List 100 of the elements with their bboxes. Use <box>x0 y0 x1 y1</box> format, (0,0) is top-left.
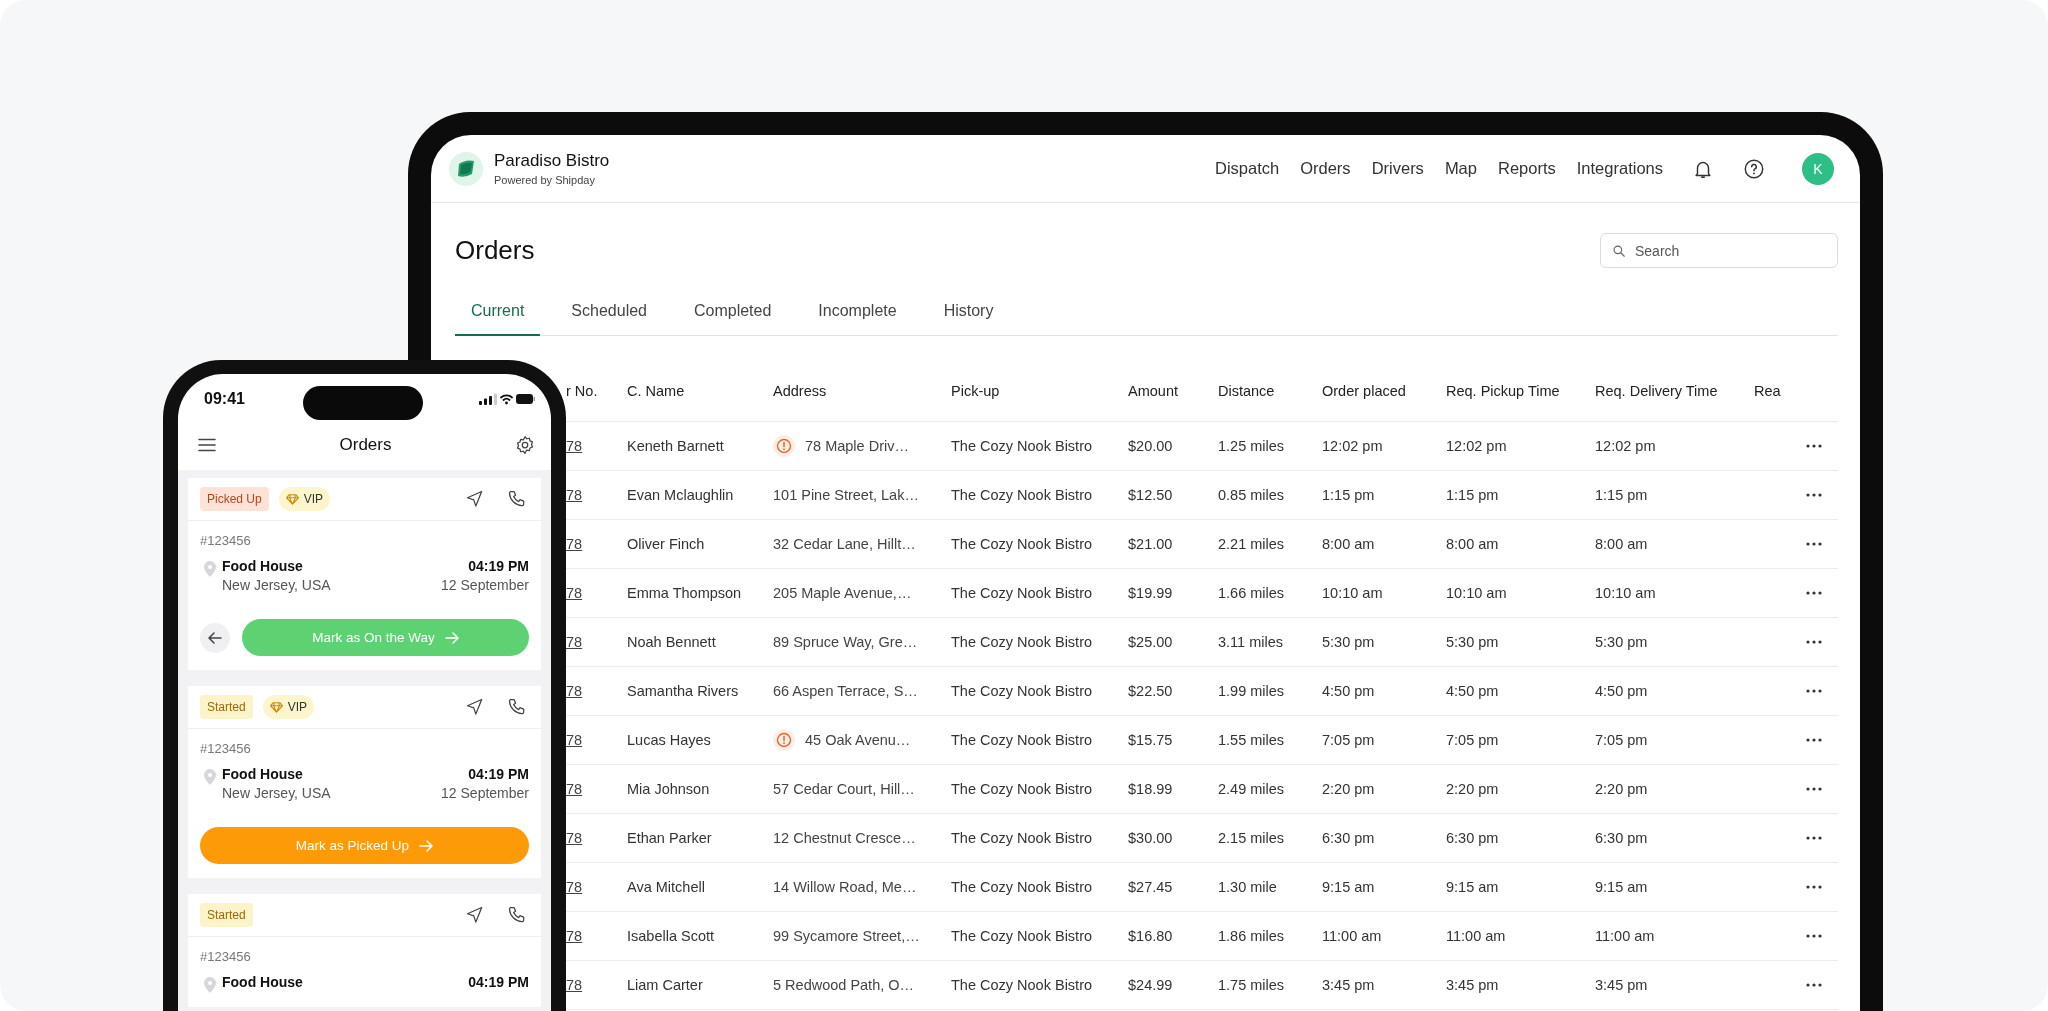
more-icon[interactable] <box>1806 493 1822 497</box>
more-icon[interactable] <box>1806 836 1822 840</box>
nav-link[interactable]: Drivers <box>1371 159 1424 178</box>
more-icon[interactable] <box>1806 689 1822 693</box>
table-cell: 32 Cedar Lane, Hillt… <box>773 536 916 552</box>
table-cell: The Cozy Nook Bistro <box>951 536 1093 552</box>
column-header: Amount <box>1128 382 1179 399</box>
more-icon[interactable] <box>1806 983 1822 987</box>
column-header: Address <box>773 382 828 399</box>
order-link[interactable]: 78 <box>566 585 583 601</box>
settings-icon[interactable] <box>515 435 535 455</box>
more-icon[interactable] <box>1806 444 1822 448</box>
brand-name: Paradiso Bistro <box>494 151 610 171</box>
page-title: Orders <box>455 235 535 266</box>
table-cell: $21.00 <box>1128 536 1173 552</box>
more-icon[interactable] <box>1806 787 1822 791</box>
delivery-date: 12 September <box>441 785 529 801</box>
more-icon[interactable] <box>1806 591 1822 595</box>
table-cell: Isabella Scott <box>627 928 715 944</box>
tab[interactable]: Completed <box>678 302 788 336</box>
place-name: Food House <box>222 974 304 990</box>
table-cell: 12:02 pm <box>1446 438 1507 454</box>
table-cell: 66 Aspen Terrace, S… <box>773 683 918 699</box>
order-link[interactable]: 78 <box>566 487 583 503</box>
table-cell: Ava Mitchell <box>627 879 705 895</box>
arrow-right-icon <box>444 631 459 644</box>
more-icon[interactable] <box>1806 542 1822 546</box>
status-icons <box>479 392 535 406</box>
order-link[interactable]: 78 <box>566 634 583 650</box>
table-cell: 5:30 pm <box>1595 634 1648 650</box>
table-cell: The Cozy Nook Bistro <box>951 830 1093 846</box>
column-header: r No. <box>565 382 599 399</box>
phone-icon[interactable] <box>507 905 527 925</box>
table-cell: $27.45 <box>1128 879 1173 895</box>
table-cell: 1:15 pm <box>1595 487 1648 503</box>
delivery-time: 04:19 PM <box>468 974 529 990</box>
table-cell: 6:30 pm <box>1446 830 1499 846</box>
order-link[interactable]: 78 <box>566 928 583 944</box>
place-name: Food House <box>222 766 304 782</box>
tab[interactable]: Incomplete <box>802 302 913 336</box>
table-cell: 1:15 pm <box>1322 487 1375 503</box>
table-cell: 12:02 pm <box>1595 438 1656 454</box>
table-cell: 4:50 pm <box>1446 683 1499 699</box>
order-link[interactable]: 78 <box>566 830 583 846</box>
table-cell: The Cozy Nook Bistro <box>951 732 1093 748</box>
table-cell: 7:05 pm <box>1446 732 1499 748</box>
nav-link[interactable]: Map <box>1444 159 1477 178</box>
table-cell: 9:15 am <box>1595 879 1648 895</box>
more-icon[interactable] <box>1806 934 1822 938</box>
place-location: New Jersey, USA <box>222 785 332 801</box>
order-link[interactable]: 78 <box>566 536 583 552</box>
navigate-icon[interactable] <box>465 489 485 509</box>
order-link[interactable]: 78 <box>566 879 583 895</box>
navigate-icon[interactable] <box>465 697 485 717</box>
more-icon[interactable] <box>1806 885 1822 889</box>
table-cell: Mia Johnson <box>627 781 710 797</box>
table-cell: $24.99 <box>1128 977 1173 993</box>
table-cell: 1.25 miles <box>1218 438 1285 454</box>
nav-link[interactable]: Orders <box>1300 159 1351 178</box>
help-icon[interactable] <box>1743 157 1765 180</box>
nav-link[interactable]: Reports <box>1498 159 1556 178</box>
table-cell: 4:50 pm <box>1595 683 1648 699</box>
order-number: #123456 <box>200 533 252 548</box>
table-cell: $20.00 <box>1128 438 1173 454</box>
nav-link[interactable]: Integrations <box>1576 159 1663 178</box>
tab[interactable]: History <box>927 302 1010 336</box>
table-cell: 1.99 miles <box>1218 683 1285 699</box>
tab[interactable]: Current <box>455 302 541 336</box>
table-cell: 7:05 pm <box>1595 732 1648 748</box>
column-header: Rea <box>1754 382 1782 399</box>
column-header: Req. Pickup Time <box>1446 382 1561 399</box>
table-cell: $18.99 <box>1128 781 1173 797</box>
delivery-time: 04:19 PM <box>467 558 529 574</box>
column-header: Distance <box>1218 382 1276 399</box>
order-number: #123456 <box>200 949 252 964</box>
search-field[interactable]: Search <box>1600 233 1838 268</box>
table-cell: 10:10 am <box>1595 585 1656 601</box>
more-icon[interactable] <box>1806 738 1822 742</box>
table-cell: 9:15 am <box>1322 879 1375 895</box>
phone-icon[interactable] <box>507 489 527 509</box>
diamond-icon <box>269 701 283 713</box>
order-link[interactable]: 78 <box>566 732 583 748</box>
table-cell: 101 Pine Street, Lak… <box>773 487 919 503</box>
navigate-icon[interactable] <box>465 905 485 925</box>
status-badge: Started <box>200 903 253 927</box>
status-badge: Started <box>200 695 253 719</box>
order-link[interactable]: 78 <box>566 977 583 993</box>
table-cell: 3:45 pm <box>1446 977 1499 993</box>
order-link[interactable]: 78 <box>566 683 583 699</box>
table-cell: 2.21 miles <box>1218 536 1285 552</box>
order-link[interactable]: 78 <box>566 438 583 454</box>
more-icon[interactable] <box>1806 640 1822 644</box>
table-cell: 6:30 pm <box>1595 830 1648 846</box>
tab[interactable]: Scheduled <box>555 302 663 336</box>
menu-icon[interactable] <box>198 438 216 452</box>
nav-link[interactable]: Dispatch <box>1215 159 1280 178</box>
table-cell: $16.80 <box>1128 928 1173 944</box>
table-cell: 89 Spruce Way, Gre… <box>773 634 918 650</box>
order-link[interactable]: 78 <box>566 781 583 797</box>
phone-icon[interactable] <box>507 697 527 717</box>
